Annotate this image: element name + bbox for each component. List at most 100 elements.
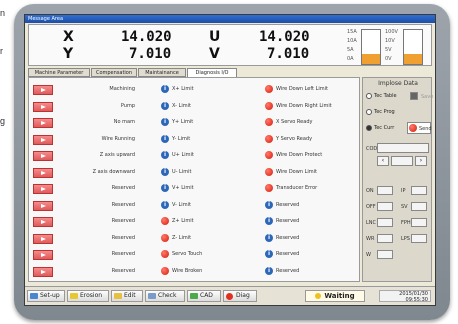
input-label: Z+ Limit [172, 218, 194, 224]
save-icon [410, 92, 418, 100]
red-indicator-icon [265, 101, 273, 110]
radio-tec-table[interactable]: Tec Table [366, 92, 397, 101]
radio-dot [366, 108, 372, 115]
diag-row: Pump i X- Limit Wire Down Right Limit [29, 99, 361, 115]
param-fph-field[interactable] [411, 218, 427, 227]
diag-row: No mam i Y+ Limit X Servo Ready [29, 115, 361, 131]
implose-data-panel: Implose Data Tec Table Save Tec Prog Tec… [362, 77, 433, 282]
code-label: COD [366, 146, 378, 152]
output-label: Reserved [111, 201, 135, 208]
cnc-screen: Message Area X 14.020 U 14.020 Y 7.010 V… [24, 14, 436, 306]
radio-dot [366, 124, 372, 131]
input-label: Y+ Limit [172, 119, 194, 125]
radio-tec-prog[interactable]: Tec Prog [366, 108, 395, 117]
voltage-tick-5: 5V [385, 47, 392, 53]
erosion-button[interactable]: Erosion [67, 290, 109, 302]
output-toggle-button[interactable] [33, 266, 53, 277]
diag-row: Wire Running i Y- Limit Y Servo Ready [29, 132, 361, 148]
setup-icon [30, 293, 38, 299]
radio-tec-curr[interactable]: Tec Curr [366, 124, 394, 133]
code-field[interactable] [377, 143, 429, 153]
param-ip-label: IP [401, 188, 406, 194]
param-ip-field[interactable] [411, 186, 427, 195]
input-label: Transducer Error [276, 185, 318, 191]
info-icon: i [161, 151, 169, 159]
output-label: Pump [120, 102, 135, 109]
status-indicator: Waiting [305, 290, 365, 302]
output-toggle-button[interactable] [33, 184, 53, 194]
edit-button[interactable]: Edit [111, 290, 143, 302]
axis-x-value: 14.020 [121, 29, 172, 45]
red-indicator-icon [265, 151, 273, 159]
input-label: Y Servo Ready [276, 135, 313, 142]
param-lnc-label: LNC [366, 220, 377, 226]
chevron-right-icon[interactable]: › [415, 156, 427, 166]
red-indicator-icon [161, 250, 169, 258]
tab-compensation[interactable]: Compensation [91, 68, 137, 77]
input-label: Wire Down Left Limit [276, 86, 328, 92]
param-sv-field[interactable] [411, 202, 427, 211]
output-label: Reserved [111, 234, 135, 241]
save-button[interactable]: Save [421, 94, 433, 100]
output-toggle-button[interactable] [33, 233, 53, 244]
axis-v-label: V [209, 46, 220, 62]
setup-button[interactable]: Set-up [27, 290, 65, 302]
info-icon: i [161, 134, 169, 143]
status-text: Waiting [324, 292, 355, 300]
info-icon: i [161, 184, 169, 192]
output-toggle-button[interactable] [33, 134, 53, 145]
send-button[interactable]: Send [407, 122, 432, 134]
input-label: Z- Limit [172, 234, 192, 241]
param-w-field[interactable] [377, 250, 393, 259]
output-label: Z axis upward [99, 152, 135, 158]
output-toggle-button[interactable] [33, 167, 53, 178]
info-icon: i [265, 200, 273, 209]
output-toggle-button[interactable] [33, 118, 53, 128]
red-indicator-icon [265, 134, 273, 143]
chevron-left-icon[interactable]: ‹ [377, 156, 389, 166]
param-on-field[interactable] [377, 186, 393, 195]
check-button[interactable]: Check [145, 290, 185, 302]
send-label: Send [419, 126, 432, 132]
param-wr-field[interactable] [377, 234, 393, 243]
status-light-icon [315, 293, 322, 299]
diag-row: Machining i X+ Limit Wire Down Left Limit [29, 82, 361, 98]
input-label: U+ Limit [172, 152, 194, 158]
param-lnc-field[interactable] [377, 218, 393, 227]
diag-row: Reserved Wire Broken i Reserved [29, 264, 361, 280]
axis-x-label: X [63, 29, 74, 45]
param-fph-label: FPH [401, 220, 411, 226]
param-off-field[interactable] [377, 202, 393, 211]
output-toggle-button[interactable] [33, 217, 53, 227]
input-label: Servo Touch [172, 251, 203, 257]
input-label: V+ Limit [172, 185, 194, 191]
current-tick-0: 0A [347, 56, 354, 62]
output-toggle-button[interactable] [33, 85, 53, 95]
input-label: Reserved [276, 251, 300, 257]
output-label: Z axis downward [92, 168, 135, 175]
info-icon: i [161, 118, 169, 126]
output-toggle-button[interactable] [33, 250, 53, 260]
send-icon [409, 124, 417, 132]
panel-title: Implose Data [378, 80, 418, 87]
page-text-3: g [0, 116, 6, 126]
param-lps-field[interactable] [411, 234, 427, 243]
input-label: Y- Limit [172, 135, 191, 142]
output-toggle-button[interactable] [33, 200, 53, 211]
tab-maintainance[interactable]: Maintainance [138, 68, 186, 77]
output-label: Reserved [111, 218, 135, 224]
diag-button[interactable]: Diag [223, 290, 257, 302]
param-lps-label: LPS [401, 236, 410, 242]
output-toggle-button[interactable] [33, 151, 53, 161]
output-toggle-button[interactable] [33, 101, 53, 112]
output-label: Reserved [111, 267, 135, 274]
info-icon: i [161, 200, 169, 209]
output-label: Reserved [111, 185, 135, 191]
cad-button[interactable]: CAD [187, 290, 221, 302]
input-label: Wire Down Protect [276, 152, 323, 158]
bottom-toolbar: Set-up Erosion Edit Check CAD Diag Waiti… [25, 286, 435, 305]
diagnosis-io-panel: Machining i X+ Limit Wire Down Left Limit Pu… [28, 77, 360, 282]
param-wr-label: WR [366, 236, 375, 242]
code-input[interactable] [391, 156, 413, 166]
tab-machine-parameter[interactable]: Machine Parameter [28, 68, 90, 77]
